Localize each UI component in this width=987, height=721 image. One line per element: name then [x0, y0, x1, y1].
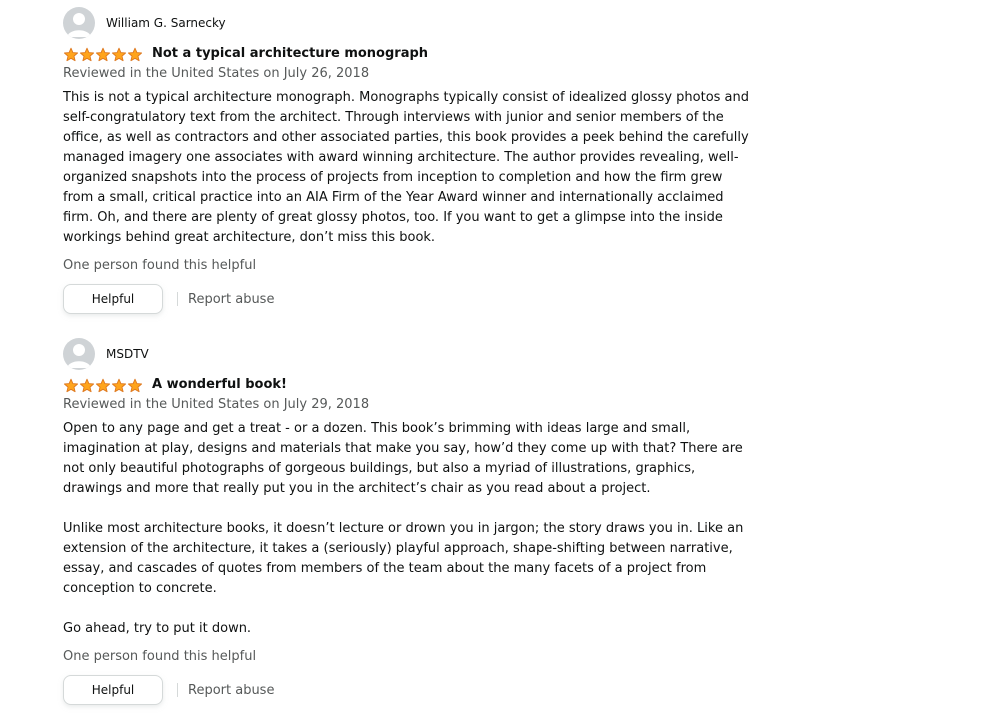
star-icon: [111, 47, 127, 62]
star-icon: [63, 47, 79, 62]
star-icon: [95, 378, 111, 393]
review-card: William G. Sarnecky Not a typical archit…: [63, 7, 753, 314]
review-paragraph: Go ahead, try to put it down.: [63, 621, 252, 636]
helpful-button[interactable]: Helpful: [63, 675, 163, 705]
action-divider: [177, 292, 178, 306]
review-paragraph: Open to any page and get a treat - or a …: [63, 421, 743, 496]
review-actions: Helpful Report abuse: [63, 284, 753, 314]
reviewer-profile[interactable]: MSDTV: [63, 338, 753, 370]
star-icon: [79, 378, 95, 393]
reviewer-name[interactable]: MSDTV: [106, 346, 149, 362]
reviewer-name[interactable]: William G. Sarnecky: [106, 15, 226, 31]
star-icon: [95, 47, 111, 62]
report-abuse-link[interactable]: Report abuse: [188, 292, 274, 307]
star-rating[interactable]: [63, 47, 143, 62]
helpful-count: One person found this helpful: [63, 258, 257, 273]
star-icon: [79, 47, 95, 62]
review-date: Reviewed in the United States on July 29…: [63, 397, 370, 412]
report-abuse-link[interactable]: Report abuse: [188, 683, 274, 698]
helpful-button[interactable]: Helpful: [63, 284, 163, 314]
review-body: Open to any page and get a treat - or a …: [63, 419, 753, 639]
review-card: MSDTV A wonderful book! Reviewed in the …: [63, 338, 753, 705]
helpful-count: One person found this helpful: [63, 649, 257, 664]
reviewer-profile[interactable]: William G. Sarnecky: [63, 7, 753, 39]
star-rating[interactable]: [63, 378, 143, 393]
review-title-row: Not a typical architecture monograph: [63, 44, 753, 64]
review-title[interactable]: Not a typical architecture monograph: [152, 44, 428, 64]
review-date: Reviewed in the United States on July 26…: [63, 66, 370, 81]
action-divider: [177, 683, 178, 697]
default-avatar-icon: [63, 338, 95, 370]
review-paragraph: Unlike most architecture books, it doesn…: [63, 521, 744, 596]
review-actions: Helpful Report abuse: [63, 675, 753, 705]
star-icon: [127, 378, 143, 393]
review-title-row: A wonderful book!: [63, 375, 753, 395]
default-avatar-icon: [63, 7, 95, 39]
review-body: This is not a typical architecture monog…: [63, 88, 753, 248]
review-title[interactable]: A wonderful book!: [152, 375, 287, 395]
star-icon: [63, 378, 79, 393]
star-icon: [111, 378, 127, 393]
star-icon: [127, 47, 143, 62]
review-paragraph: This is not a typical architecture monog…: [63, 90, 750, 245]
